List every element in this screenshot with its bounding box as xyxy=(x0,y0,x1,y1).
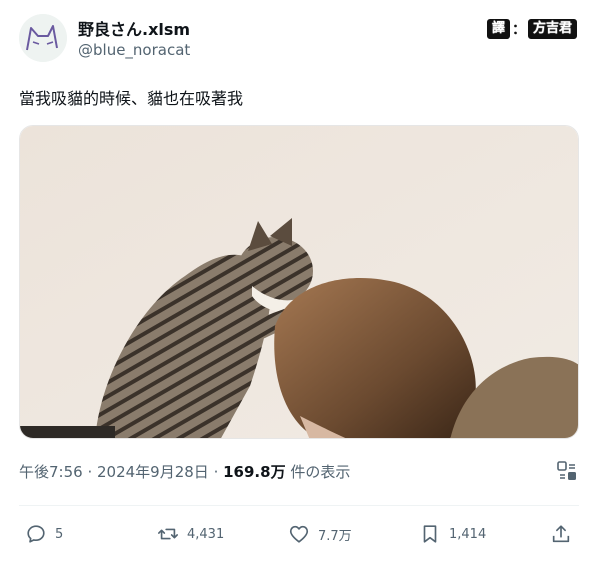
like-count: 7.7万 xyxy=(318,528,352,544)
user-handle[interactable]: @blue_noracat xyxy=(78,41,190,59)
retweet-count: 4,431 xyxy=(187,526,225,542)
avatar[interactable] xyxy=(19,14,67,62)
translator-watermark: 譯 ： 方吉君 xyxy=(487,18,578,40)
like-button[interactable]: 7.7万 xyxy=(288,521,352,547)
bookmark-icon xyxy=(423,525,437,543)
share-button[interactable] xyxy=(550,521,572,547)
heart-icon xyxy=(289,525,309,543)
cat-avatar-icon xyxy=(19,14,67,62)
tweet-time[interactable]: 午後7:56 xyxy=(19,463,83,481)
translate-icon[interactable] xyxy=(556,460,578,482)
display-name[interactable]: 野良さん.xlsm xyxy=(78,16,190,40)
retweet-icon xyxy=(158,528,178,540)
bookmark-button[interactable]: 1,414 xyxy=(419,521,486,547)
tweet-photo[interactable] xyxy=(19,125,579,439)
view-label: 件の表示 xyxy=(285,463,351,481)
watermark-sep: ： xyxy=(512,22,527,38)
retweet-button[interactable]: 4,431 xyxy=(157,521,224,547)
bookmark-count: 1,414 xyxy=(449,526,487,542)
cat-photo xyxy=(20,126,578,438)
reply-button[interactable]: 5 xyxy=(25,521,63,547)
meta-separator: · xyxy=(82,463,97,481)
reply-icon xyxy=(27,525,45,543)
tweet-meta: 午後7:56 · 2024年9月28日 · 169.8万 件の表示 xyxy=(19,461,350,482)
watermark-left: 譯 xyxy=(487,19,511,39)
watermark-right: 方吉君 xyxy=(528,19,578,39)
view-count: 169.8万 xyxy=(223,463,286,481)
share-icon xyxy=(552,525,570,543)
meta-separator: · xyxy=(208,463,224,481)
reply-count: 5 xyxy=(55,526,64,542)
tweet-date[interactable]: 2024年9月28日 xyxy=(97,463,209,481)
divider xyxy=(19,505,579,506)
tweet-text: 當我吸貓的時候、貓也在吸著我 xyxy=(19,89,244,108)
